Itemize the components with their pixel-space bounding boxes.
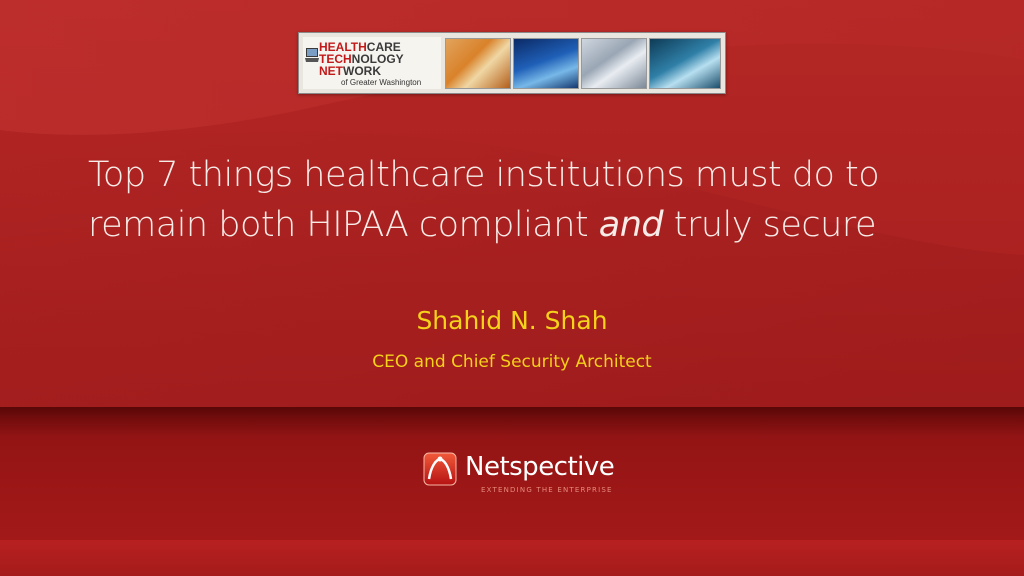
healthcare-technology-network-logo: HEALTHCARE TECHNOLOGY NETWORK of Greater… (303, 37, 441, 89)
presenter-role: CEO and Chief Security Architect (372, 352, 652, 372)
netspective-logo-icon (423, 452, 457, 486)
netspective-tagline: EXTENDING THE ENTERPRISE (481, 486, 613, 494)
logo-line-3-red: NET (319, 64, 343, 78)
netspective-logo-text: Netspective (465, 452, 615, 482)
slide-title: Top 7 things healthcare institutions mus… (88, 150, 988, 250)
title-line-2-suffix: truly secure (663, 205, 877, 245)
logo-line-4: of Greater Washington (341, 78, 422, 87)
lab-worker-photo (649, 38, 721, 89)
header-banner: HEALTHCARE TECHNOLOGY NETWORK of Greater… (298, 32, 726, 94)
logo-line-3-gray: WORK (343, 64, 381, 78)
slide: HEALTHCARE TECHNOLOGY NETWORK of Greater… (0, 0, 1024, 576)
title-emphasis: and (598, 205, 664, 245)
title-line-1: Top 7 things healthcare institutions mus… (88, 155, 880, 195)
pill-bottles-photo (445, 38, 511, 89)
title-line-2: remain both HIPAA compliant and truly se… (88, 200, 988, 250)
monitor-photo (513, 38, 579, 89)
logo-line-3: NETWORK (319, 65, 381, 77)
presenter-name: Shahid N. Shah (416, 306, 608, 335)
title-line-2-prefix: remain both HIPAA compliant (88, 205, 599, 245)
laptop-icon (305, 48, 319, 62)
footer-band-bottom (0, 540, 1024, 576)
footer-band-shadow (0, 407, 1024, 437)
keyboard-photo (581, 38, 647, 89)
